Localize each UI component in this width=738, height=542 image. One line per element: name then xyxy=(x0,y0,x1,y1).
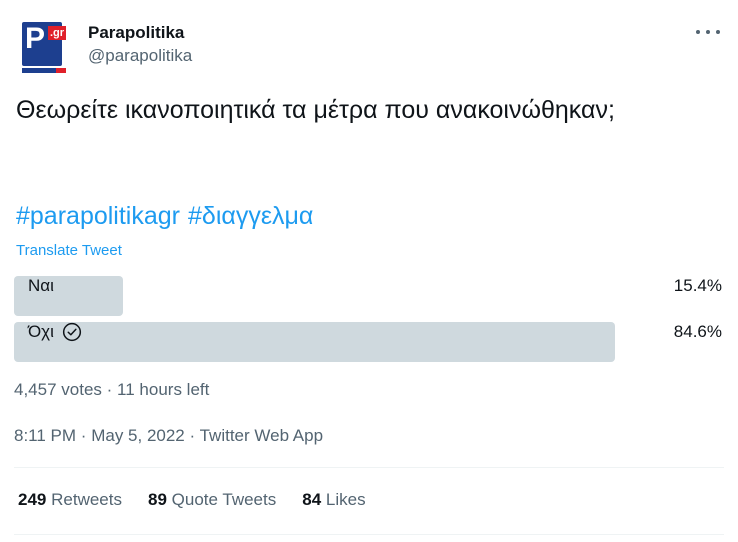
account-names: Parapolitika @parapolitika xyxy=(88,22,192,68)
divider xyxy=(14,534,724,535)
likes-label: Likes xyxy=(325,490,366,509)
poll-votes: 4,457 votes xyxy=(14,380,102,399)
separator: · xyxy=(106,380,113,399)
more-dot xyxy=(706,30,710,34)
tweet-stats: 249 Retweets 89 Quote Tweets 84 Likes xyxy=(18,490,366,510)
tweet-timestamp: 8:11 PM · May 5, 2022 · Twitter Web App xyxy=(14,426,323,446)
avatar-logo-letter: P xyxy=(25,22,45,55)
poll-option: Ναι 15.4% xyxy=(14,276,724,316)
retweets-label: Retweets xyxy=(51,490,122,509)
poll-option-label: Ναι xyxy=(28,276,54,296)
likes-stat[interactable]: 84 Likes xyxy=(302,490,365,510)
tweet-date[interactable]: May 5, 2022 xyxy=(91,426,185,445)
tweet-hashtags: #parapolitikagr #διαγγελμα xyxy=(16,200,321,233)
tweet-time[interactable]: 8:11 PM xyxy=(14,426,76,445)
more-options-icon[interactable] xyxy=(696,24,720,40)
tweet-text: Θεωρείτε ικανοποιητικά τα μέτρα που ανακ… xyxy=(16,96,615,124)
poll-bar-winner xyxy=(14,322,615,362)
poll-time-left: 11 hours left xyxy=(117,380,210,399)
avatar-logo-strip-accent xyxy=(56,68,66,73)
more-dot xyxy=(696,30,700,34)
hashtag-link[interactable]: #διαγγελμα xyxy=(188,202,313,230)
hashtag-link[interactable]: #parapolitikagr xyxy=(16,202,180,230)
poll-option: Όχι 84.6% xyxy=(14,322,724,362)
separator: · xyxy=(189,426,196,445)
translate-tweet-link[interactable]: Translate Tweet xyxy=(16,242,122,259)
check-circle-icon xyxy=(62,322,81,342)
tweet-source[interactable]: Twitter Web App xyxy=(200,426,323,445)
poll-meta: 4,457 votes · 11 hours left xyxy=(14,380,209,400)
poll-option-text: Όχι xyxy=(28,322,54,341)
poll-option-label: Όχι xyxy=(28,322,82,342)
separator: · xyxy=(80,426,87,445)
quote-tweets-stat[interactable]: 89 Quote Tweets xyxy=(148,490,276,510)
quote-tweets-count: 89 xyxy=(147,490,167,509)
poll-option-percent: 15.4% xyxy=(673,276,722,295)
retweets-stat[interactable]: 249 Retweets xyxy=(18,490,122,510)
poll: Ναι 15.4% Όχι 84.6% xyxy=(14,276,724,368)
more-dot xyxy=(716,30,720,34)
likes-count: 84 xyxy=(302,490,322,509)
display-name[interactable]: Parapolitika xyxy=(88,22,192,44)
avatar[interactable]: P .gr xyxy=(22,20,74,78)
account-handle[interactable]: @parapolitika xyxy=(88,44,192,68)
quote-tweets-label: Quote Tweets xyxy=(171,490,277,509)
tweet-header: P .gr Parapolitika @parapolitika xyxy=(16,14,722,80)
retweets-count: 249 xyxy=(18,490,47,509)
avatar-logo-gr: .gr xyxy=(48,26,66,40)
poll-option-text: Ναι xyxy=(28,276,54,295)
poll-option-percent: 84.6% xyxy=(673,322,722,341)
divider xyxy=(14,467,724,468)
